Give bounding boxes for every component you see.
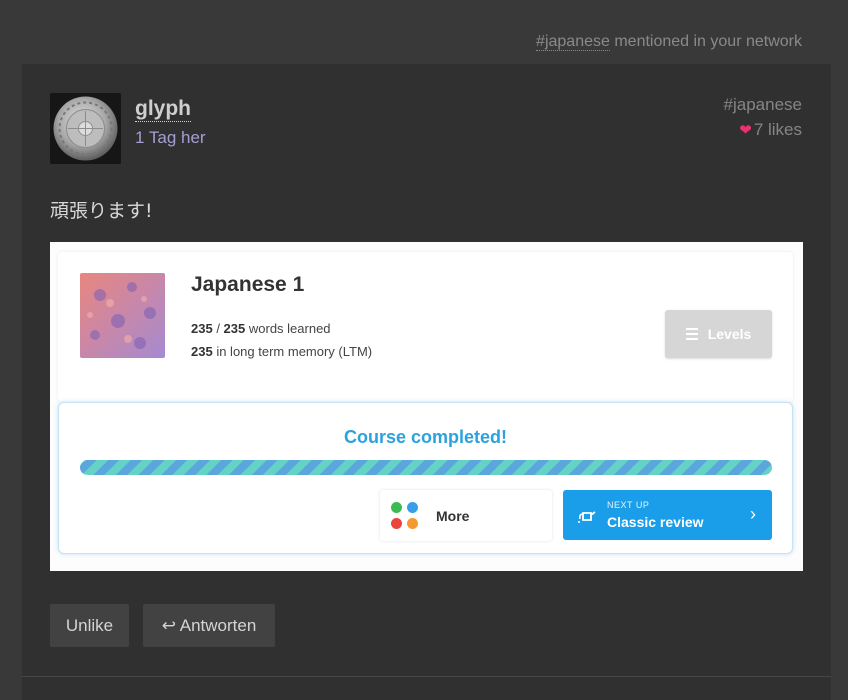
next-up-button[interactable]: NEXT UP Classic review › [563, 490, 772, 540]
post-hashtag-link[interactable]: #japanese [724, 95, 802, 115]
next-up-caption: NEXT UP [607, 500, 650, 510]
divider [22, 676, 831, 677]
colored-dots-icon [391, 502, 418, 529]
course-summary-card: Japanese 1 235 / 235 words learned 235 i… [58, 252, 793, 402]
chevron-right-icon: › [750, 504, 756, 524]
author-name-link[interactable]: glyph [135, 97, 191, 122]
network-mention: #japanese mentioned in your network [536, 33, 802, 51]
unlike-button[interactable]: Unlike [50, 604, 129, 647]
course-progress-bar [80, 460, 772, 475]
course-title: Japanese 1 [191, 273, 305, 296]
levels-button-label: Levels [707, 326, 752, 342]
author-tagline: 1 Tag her [135, 128, 206, 147]
reply-button[interactable]: ↩ Antworten [143, 604, 275, 647]
post-text: 頑張ります! [50, 200, 153, 222]
more-button-label: More [436, 507, 470, 524]
next-up-label: Classic review [607, 514, 704, 530]
levels-button[interactable]: Levels [665, 310, 772, 358]
coin-avatar-image [50, 93, 121, 164]
words-learned-stat: 235 / 235 words learned [191, 321, 331, 336]
course-completed-card: Course completed! More NEXT UP Classic r… [58, 402, 793, 554]
mention-hashtag-link[interactable]: #japanese [536, 33, 610, 51]
post-card: glyph 1 Tag her #japanese ❤ 7 likes 頑張ります… [22, 64, 831, 700]
course-completed-title: Course completed! [343, 427, 508, 447]
mention-text: mentioned in your network [609, 33, 802, 50]
likes-label: 7 likes [753, 120, 802, 139]
course-image [80, 273, 165, 358]
likes-count[interactable]: ❤ 7 likes [739, 120, 802, 140]
avatar[interactable] [50, 93, 121, 164]
menu-icon [685, 328, 698, 340]
heart-icon: ❤ [739, 122, 752, 139]
embedded-screenshot: Japanese 1 235 / 235 words learned 235 i… [50, 242, 803, 571]
more-button[interactable]: More [380, 490, 552, 541]
ltm-stat: 235 in long term memory (LTM) [191, 344, 373, 359]
watering-can-icon [578, 511, 596, 523]
